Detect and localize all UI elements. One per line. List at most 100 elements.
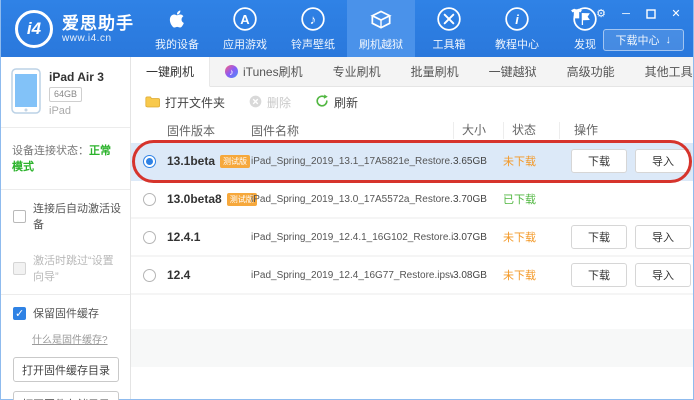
i4-logo-icon: i4: [15, 10, 53, 48]
open-firmware-cache-dir-button[interactable]: 打开固件缓存目录: [13, 357, 119, 382]
nav-label: 工具箱: [433, 36, 466, 52]
sidebar: iPad Air 3 64GB iPad 设备连接状态：正常模式 连接后自动激活…: [1, 57, 131, 399]
tab-other-tools[interactable]: 其他工具: [630, 57, 694, 86]
checkbox-icon: [13, 262, 26, 275]
nav-label: 应用游戏: [223, 36, 267, 52]
firmware-version: 13.1beta: [167, 154, 215, 168]
svg-text:♪: ♪: [310, 11, 317, 26]
firmware-size: 3.65GB: [453, 156, 503, 167]
firmware-row-12-4-1[interactable]: 12.4.1 iPad_Spring_2019_12.4.1_16G102_Re…: [131, 219, 693, 257]
import-button[interactable]: 导入: [635, 263, 691, 287]
device-card: iPad Air 3 64GB iPad: [1, 57, 130, 127]
main-panel: 一键刷机 ♪ iTunes刷机 专业刷机 批量刷机 一键越狱 高级功能 其他工具…: [131, 57, 693, 399]
firmware-row-13-0beta8[interactable]: 13.0beta8测试版 iPad_Spring_2019_13.0_17A55…: [131, 181, 693, 219]
top-navbar: i4 爱思助手 www.i4.cn 我的设备 A 应用游戏 ♪: [1, 0, 693, 57]
nav-item-toolbox[interactable]: 工具箱: [415, 0, 483, 57]
option-skip-setup-wizard[interactable]: 激活时跳过“设置向导”: [1, 242, 130, 294]
nav-item-tutorials[interactable]: i 教程中心: [483, 0, 551, 57]
status-badge: 已下载: [503, 191, 559, 207]
option-keep-firmware-cache[interactable]: 保留固件缓存: [1, 295, 130, 331]
option-auto-activate[interactable]: 连接后自动激活设备: [1, 190, 130, 242]
brand-logo: i4 爱思助手 www.i4.cn: [1, 0, 143, 57]
option-label: 保留固件缓存: [33, 305, 99, 321]
firmware-filename: iPad_Spring_2019_12.4_16G77_Restore.ipsw: [251, 270, 453, 281]
connection-label: 设备连接状态：: [12, 145, 89, 157]
tab-label: 其他工具: [645, 63, 693, 80]
radio-icon[interactable]: [143, 193, 156, 206]
firmware-row-12-4[interactable]: 12.4 iPad_Spring_2019_12.4_16G77_Restore…: [131, 257, 693, 295]
connection-status: 设备连接状态：正常模式: [1, 127, 130, 189]
checkbox-checked-icon[interactable]: [13, 307, 26, 320]
tool-label: 打开文件夹: [165, 94, 225, 111]
delete-circle-icon: [249, 95, 262, 111]
download-button[interactable]: 下载: [571, 263, 627, 287]
header-firmware-name: 固件名称: [251, 122, 453, 139]
tool-label: 刷新: [334, 94, 358, 111]
firmware-row-13-1beta[interactable]: 13.1beta测试版 iPad_Spring_2019_13.1_17A582…: [131, 143, 693, 181]
nav-item-my-devices[interactable]: 我的设备: [143, 0, 211, 57]
table-header: 固件版本 固件名称 大小 状态 操作: [131, 118, 693, 143]
maximize-icon[interactable]: [644, 7, 658, 20]
settings-gear-icon[interactable]: ⚙: [594, 7, 608, 20]
nav-label: 我的设备: [155, 36, 199, 52]
tab-label: 专业刷机: [333, 63, 381, 80]
nav-label: 教程中心: [495, 36, 539, 52]
import-button[interactable]: 导入: [635, 149, 691, 173]
nav-item-ringtones-wallpapers[interactable]: ♪ 铃声壁纸: [279, 0, 347, 57]
open-firmware-storage-dir-button[interactable]: 打开固件存储目录: [13, 391, 119, 400]
theme-shirt-icon[interactable]: [569, 7, 583, 20]
tab-itunes-flash[interactable]: ♪ iTunes刷机: [210, 57, 318, 86]
tab-one-click-flash[interactable]: 一键刷机: [131, 57, 210, 87]
option-label: 激活时跳过“设置向导”: [33, 252, 124, 284]
import-button[interactable]: 导入: [635, 225, 691, 249]
minimize-icon[interactable]: ─: [619, 7, 633, 20]
firmware-table: 13.1beta测试版 iPad_Spring_2019_13.1_17A582…: [131, 143, 693, 295]
nav-item-apps-games[interactable]: A 应用游戏: [211, 0, 279, 57]
folder-icon: [145, 95, 160, 111]
firmware-cache-section: 保留固件缓存 什么是固件缓存? 打开固件缓存目录 打开固件存储目录: [1, 294, 130, 400]
nav-item-flash-jailbreak[interactable]: 刷机越狱: [347, 0, 415, 57]
tab-bar: 一键刷机 ♪ iTunes刷机 专业刷机 批量刷机 一键越狱 高级功能 其他工具…: [131, 57, 693, 87]
svg-text:i: i: [515, 11, 519, 26]
brand-site: www.i4.cn: [62, 33, 134, 44]
status-badge: 未下载: [503, 229, 559, 245]
empty-row-stripe: [131, 329, 693, 367]
device-name: iPad Air 3: [49, 70, 104, 84]
firmware-size: 3.08GB: [453, 270, 503, 281]
device-model: iPad: [49, 105, 104, 117]
tool-label: 删除: [267, 94, 291, 111]
status-badge: 未下载: [503, 153, 559, 169]
download-button[interactable]: 下载: [571, 149, 627, 173]
firmware-version: 13.0beta8: [167, 192, 222, 206]
tab-advanced-features[interactable]: 高级功能: [552, 57, 630, 86]
nav-label: 发现: [574, 36, 596, 52]
firmware-filename: iPad_Spring_2019_13.1_17A5821e_Restore.i…: [251, 156, 453, 167]
what-is-firmware-cache-link[interactable]: 什么是固件缓存?: [32, 331, 108, 346]
status-badge: 未下载: [503, 267, 559, 283]
itunes-icon: ♪: [225, 65, 238, 78]
radio-icon[interactable]: [143, 269, 156, 282]
nav-label: 刷机越狱: [359, 36, 403, 52]
tools-icon: [436, 6, 462, 32]
close-icon[interactable]: ✕: [669, 7, 683, 20]
option-label: 连接后自动激活设备: [33, 200, 124, 232]
download-center-button[interactable]: 下载中心 ↓: [603, 29, 685, 51]
download-center-label: 下载中心: [616, 32, 660, 48]
tab-label: 高级功能: [567, 63, 615, 80]
refresh-button[interactable]: 刷新: [315, 94, 358, 111]
tab-pro-flash[interactable]: 专业刷机: [318, 57, 396, 86]
download-button[interactable]: 下载: [571, 225, 627, 249]
checkbox-icon[interactable]: [13, 210, 26, 223]
tab-batch-flash[interactable]: 批量刷机: [396, 57, 474, 86]
firmware-version: 12.4.1: [167, 230, 200, 244]
delete-button[interactable]: 删除: [249, 94, 291, 111]
brand-name: 爱思助手: [62, 14, 134, 33]
open-folder-button[interactable]: 打开文件夹: [145, 94, 225, 111]
radio-icon[interactable]: [143, 231, 156, 244]
radio-selected-icon[interactable]: [143, 155, 156, 168]
tab-one-click-jailbreak[interactable]: 一键越狱: [474, 57, 552, 86]
toolbar: 打开文件夹 删除 刷新: [131, 87, 693, 118]
tab-label: 一键刷机: [146, 63, 194, 80]
package-icon: [368, 6, 394, 32]
appstore-icon: A: [232, 6, 258, 32]
